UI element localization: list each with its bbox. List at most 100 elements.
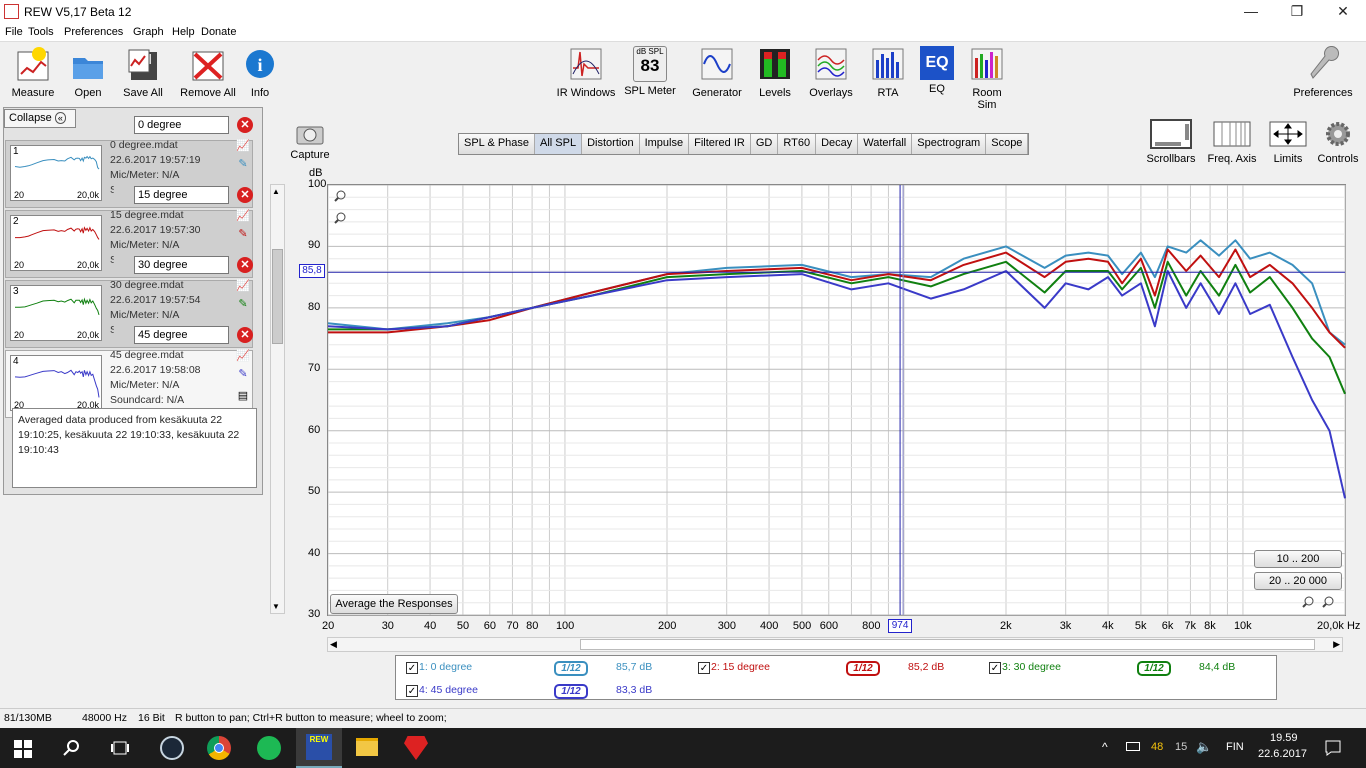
spotify-icon[interactable] xyxy=(257,736,281,760)
measure-button[interactable]: Measure xyxy=(8,46,58,99)
tab-spl-phase[interactable]: SPL & Phase xyxy=(459,134,536,154)
remove-measurement-icon[interactable]: ✕ xyxy=(237,257,253,273)
legend-checkbox[interactable]: ✓ xyxy=(406,685,418,697)
measurement-thumbnail[interactable]: 4 20 20,0k xyxy=(10,355,102,411)
save-all-button[interactable]: Save All xyxy=(118,46,168,99)
tab-filtered-ir[interactable]: Filtered IR xyxy=(689,134,751,154)
menu-donate[interactable]: Donate xyxy=(201,26,236,38)
smoothing-button[interactable]: 1/12 xyxy=(846,661,880,676)
trace-color-icon[interactable]: ✎ xyxy=(236,157,250,171)
tab-decay[interactable]: Decay xyxy=(816,134,859,154)
task-view-icon[interactable] xyxy=(110,740,130,756)
steam-icon[interactable] xyxy=(160,736,184,760)
hscroll-thumb[interactable] xyxy=(580,639,1315,650)
chrome-icon[interactable] xyxy=(207,736,231,760)
scroll-up-icon[interactable]: ▲ xyxy=(272,187,280,196)
legend-checkbox[interactable]: ✓ xyxy=(989,662,1001,674)
measurement-name-input[interactable]: 45 degree xyxy=(134,326,229,344)
room-sim-button[interactable]: Room Sim xyxy=(962,46,1012,111)
maximize-button[interactable]: ❐ xyxy=(1274,0,1320,24)
controls-button[interactable]: Controls xyxy=(1314,118,1362,165)
tab-all-spl[interactable]: All SPL xyxy=(535,134,583,154)
rta-button[interactable]: RTA xyxy=(870,46,906,99)
scroll-down-icon[interactable]: ▼ xyxy=(272,602,280,611)
clock-date[interactable]: 22.6.2017 xyxy=(1258,748,1307,760)
info-button[interactable]: i Info xyxy=(242,46,278,99)
remove-all-button[interactable]: Remove All xyxy=(178,46,238,99)
scroll-thumb[interactable] xyxy=(272,249,283,344)
ir-windows-button[interactable]: IR Windows xyxy=(556,46,616,99)
menu-preferences[interactable]: Preferences xyxy=(64,26,123,38)
spl-graph[interactable]: Average the Responses 10 .. 200 20 .. 20… xyxy=(327,184,1346,616)
smoothing-button[interactable]: 1/12 xyxy=(1137,661,1171,676)
legend-checkbox[interactable]: ✓ xyxy=(406,662,418,674)
edit-info-icon[interactable]: 📈 xyxy=(236,279,250,293)
measurement-notes[interactable]: Averaged data produced from kesäkuuta 22… xyxy=(12,408,257,488)
speaker-icon[interactable]: 🔈 xyxy=(1196,739,1212,755)
collapse-button[interactable]: Collapse « xyxy=(4,109,76,128)
close-button[interactable]: ✕ xyxy=(1320,0,1366,24)
measurement-name-input[interactable]: 15 degree xyxy=(134,186,229,204)
windows-start-icon[interactable] xyxy=(14,740,32,758)
measurement-thumbnail[interactable]: 2 20 20,0k xyxy=(10,215,102,271)
generator-button[interactable]: Generator xyxy=(690,46,744,99)
scroll-right-icon[interactable]: ▶ xyxy=(1333,639,1340,650)
tab-scope[interactable]: Scope xyxy=(986,134,1029,154)
zoom-x-out-icon[interactable] xyxy=(1301,595,1315,612)
remove-measurement-icon[interactable]: ✕ xyxy=(237,117,253,133)
zoom-x-in-icon[interactable] xyxy=(1321,595,1335,612)
eq-button[interactable]: EQ EQ xyxy=(919,46,955,95)
graph-hscrollbar[interactable]: ◀ ▶ xyxy=(327,637,1343,652)
measurement-thumbnail[interactable]: 1 20 20,0k xyxy=(10,145,102,201)
remove-measurement-icon[interactable]: ✕ xyxy=(237,187,253,203)
limits-button[interactable]: Limits xyxy=(1266,118,1310,165)
notes-icon[interactable]: ▤ xyxy=(236,389,250,403)
file-explorer-icon[interactable] xyxy=(356,738,378,756)
tab-spectrogram[interactable]: Spectrogram xyxy=(912,134,987,154)
battery-icon[interactable] xyxy=(1126,742,1140,751)
trace-color-icon[interactable]: ✎ xyxy=(236,227,250,241)
measurement-name-input[interactable]: 0 degree xyxy=(134,116,229,134)
rew-taskbar-button[interactable]: REW xyxy=(296,728,342,768)
freq-axis-button[interactable]: Freq. Axis xyxy=(1204,118,1260,165)
tab-rt60[interactable]: RT60 xyxy=(778,134,817,154)
clock-time[interactable]: 19.59 xyxy=(1270,732,1298,744)
remove-measurement-icon[interactable]: ✕ xyxy=(237,327,253,343)
menu-help[interactable]: Help xyxy=(172,26,195,38)
input-language[interactable]: FIN xyxy=(1226,741,1244,753)
notifications-icon[interactable] xyxy=(1324,739,1342,757)
capture-button[interactable]: Capture xyxy=(288,122,332,161)
legend-checkbox[interactable]: ✓ xyxy=(698,662,710,674)
zoom-out-icon[interactable] xyxy=(333,211,347,228)
menu-file[interactable]: File xyxy=(5,26,23,38)
tab-gd[interactable]: GD xyxy=(750,134,779,154)
edit-info-icon[interactable]: 📈 xyxy=(236,139,250,153)
range-10-200-button[interactable]: 10 .. 200 xyxy=(1254,550,1342,568)
zoom-in-icon[interactable] xyxy=(333,189,347,206)
minimize-button[interactable]: — xyxy=(1228,0,1274,24)
menu-graph[interactable]: Graph xyxy=(133,26,164,38)
trace-color-icon[interactable]: ✎ xyxy=(236,367,250,381)
measurement-name-input[interactable]: 30 degree xyxy=(134,256,229,274)
tab-distortion[interactable]: Distortion xyxy=(582,134,640,154)
chevron-up-icon[interactable]: ^ xyxy=(1102,740,1108,754)
spl-meter-button[interactable]: dB SPL 83 SPL Meter xyxy=(624,46,676,97)
panel-scrollbar[interactable]: ▲ ▼ xyxy=(270,184,285,614)
smoothing-button[interactable]: 1/12 xyxy=(554,661,588,676)
edit-info-icon[interactable]: 📈 xyxy=(236,349,250,363)
search-icon[interactable] xyxy=(63,739,81,757)
superman-app-icon[interactable] xyxy=(404,736,428,760)
average-responses-button[interactable]: Average the Responses xyxy=(330,594,458,614)
scroll-left-icon[interactable]: ◀ xyxy=(330,639,337,650)
edit-info-icon[interactable]: 📈 xyxy=(236,209,250,223)
menu-tools[interactable]: Tools xyxy=(28,26,54,38)
overlays-button[interactable]: Overlays xyxy=(806,46,856,99)
scrollbars-button[interactable]: Scrollbars xyxy=(1144,118,1198,165)
preferences-button[interactable]: Preferences xyxy=(1290,46,1356,99)
tab-impulse[interactable]: Impulse xyxy=(639,134,690,154)
measurement-thumbnail[interactable]: 3 20 20,0k xyxy=(10,285,102,341)
levels-button[interactable]: Levels xyxy=(756,46,794,99)
trace-color-icon[interactable]: ✎ xyxy=(236,297,250,311)
tab-waterfall[interactable]: Waterfall xyxy=(858,134,913,154)
open-button[interactable]: Open xyxy=(65,46,111,99)
